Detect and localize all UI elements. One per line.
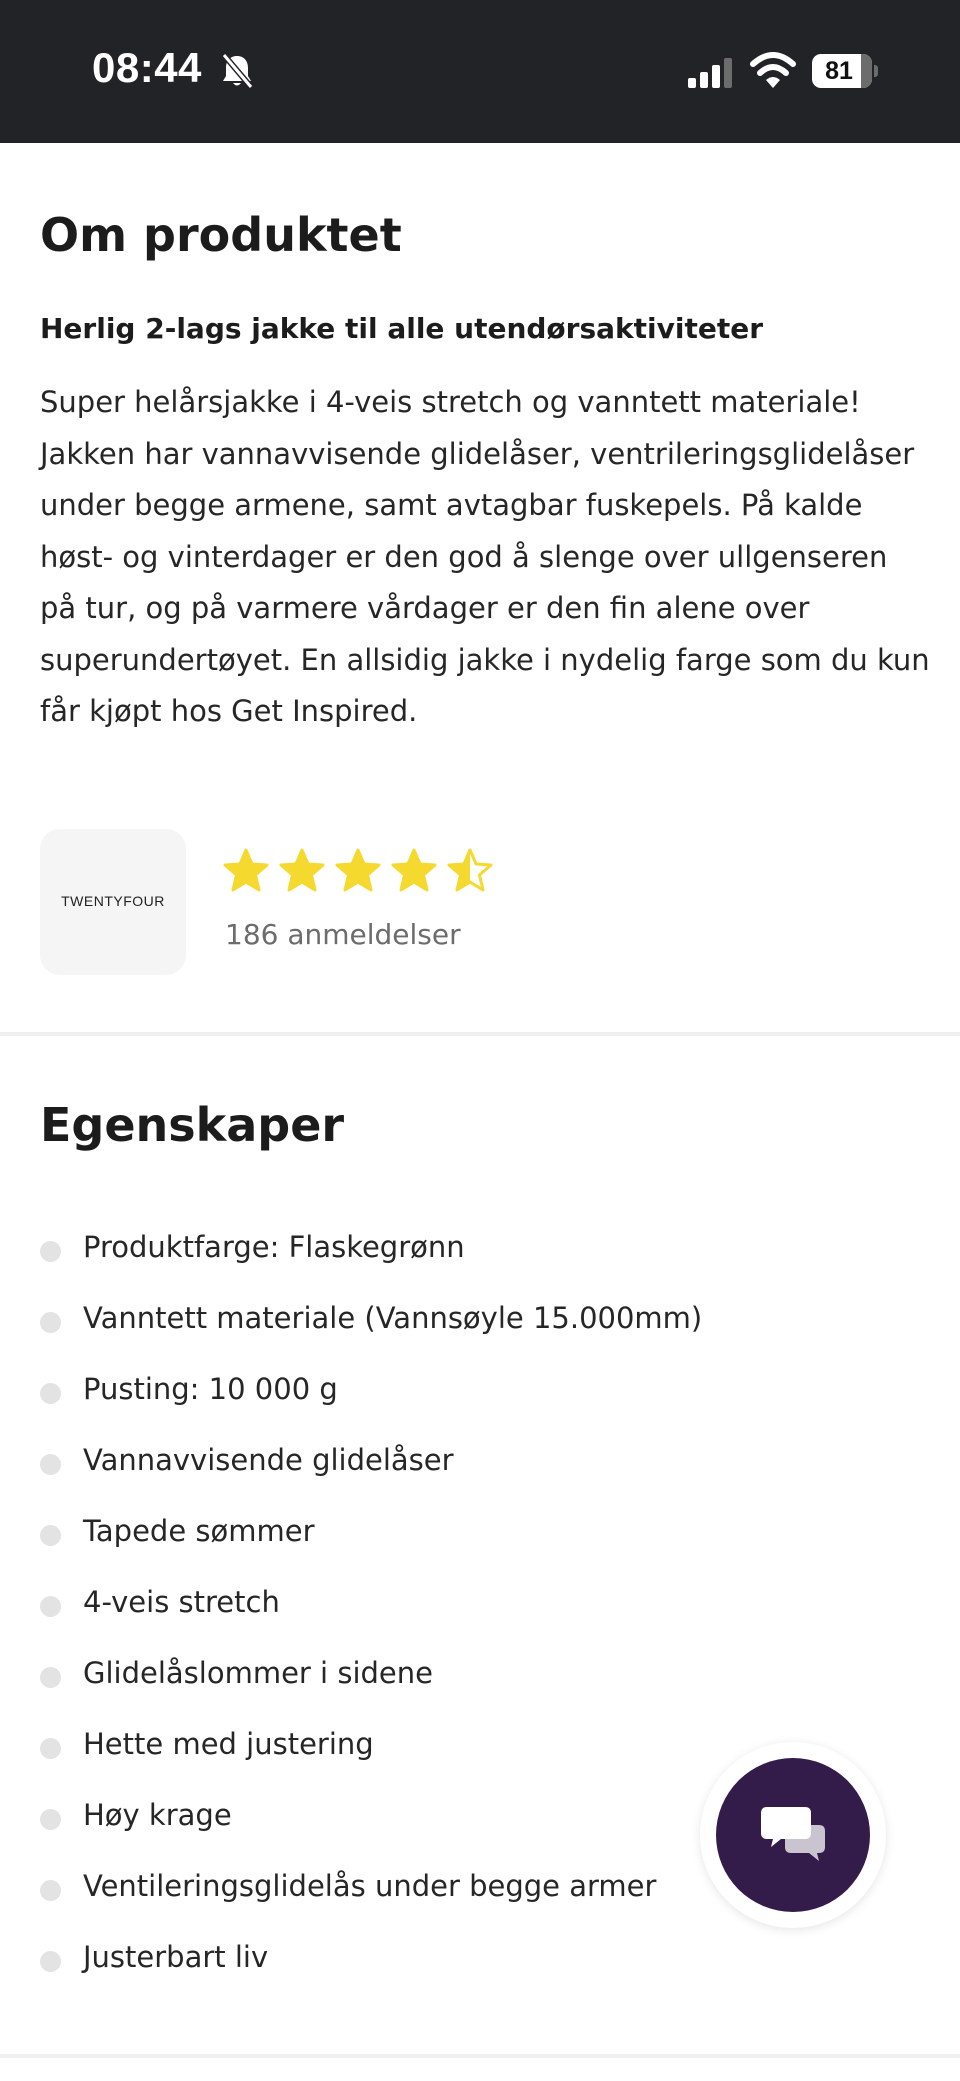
- about-subheading: Herlig 2-lags jakke til alle utendørsakt…: [40, 312, 764, 345]
- features-title: Egenskaper: [40, 1098, 345, 1152]
- bullet-icon: [40, 1312, 61, 1333]
- review-count-link[interactable]: 186 anmeldelser: [225, 918, 461, 951]
- feature-text: Justerbart liv: [83, 1940, 269, 1974]
- battery-body: 81: [812, 54, 872, 88]
- wifi-icon: [750, 52, 796, 88]
- battery-icon: 81: [812, 54, 878, 88]
- feature-text: Vannavvisende glidelåser: [83, 1443, 454, 1477]
- star-full-icon: [391, 848, 437, 892]
- section-divider: [0, 1032, 960, 1036]
- status-bar: 08:44 81: [0, 0, 960, 143]
- bullet-icon: [40, 1738, 61, 1759]
- feature-text: Produktfarge: Flaskegrønn: [83, 1230, 465, 1264]
- bullet-icon: [40, 1880, 61, 1901]
- feature-text: Vanntett materiale (Vannsøyle 15.000mm): [83, 1301, 703, 1335]
- bullet-icon: [40, 1667, 61, 1688]
- about-description: Super helårsjakke i 4-veis stretch og va…: [40, 385, 930, 728]
- star-full-icon: [279, 848, 325, 892]
- feature-text: Glidelåslommer i sidene: [83, 1656, 433, 1690]
- battery-level: 81: [825, 57, 853, 85]
- bell-slash-icon: [221, 53, 254, 89]
- feature-text: Pusting: 10 000 g: [83, 1372, 338, 1406]
- brand-logo-text: TWENTYFOUR: [61, 893, 165, 909]
- cellular-signal-icon: [688, 58, 732, 88]
- brand-logo[interactable]: TWENTYFOUR: [40, 829, 186, 975]
- star-full-icon: [335, 848, 381, 892]
- bullet-icon: [40, 1525, 61, 1546]
- feature-text: Hette med justering: [83, 1727, 374, 1761]
- feature-text: 4-veis stretch: [83, 1585, 280, 1619]
- chat-button-circle: [716, 1758, 870, 1912]
- feature-text: Høy krage: [83, 1798, 232, 1832]
- bullet-icon: [40, 1596, 61, 1617]
- battery-tip: [874, 65, 878, 77]
- star-half-icon: [447, 848, 493, 892]
- bullet-icon: [40, 1809, 61, 1830]
- feature-text: Ventileringsglidelås under begge armer: [83, 1869, 657, 1903]
- section-divider: [0, 2054, 960, 2058]
- status-time: 08:44: [92, 44, 202, 91]
- bullet-icon: [40, 1454, 61, 1475]
- chat-bubbles-icon: [761, 1807, 825, 1861]
- bullet-icon: [40, 1241, 61, 1262]
- about-title: Om produktet: [40, 208, 402, 262]
- bullet-icon: [40, 1383, 61, 1404]
- star-full-icon: [223, 848, 269, 892]
- chat-button[interactable]: [700, 1742, 886, 1928]
- bullet-icon: [40, 1951, 61, 1972]
- feature-text: Tapede sømmer: [83, 1514, 315, 1548]
